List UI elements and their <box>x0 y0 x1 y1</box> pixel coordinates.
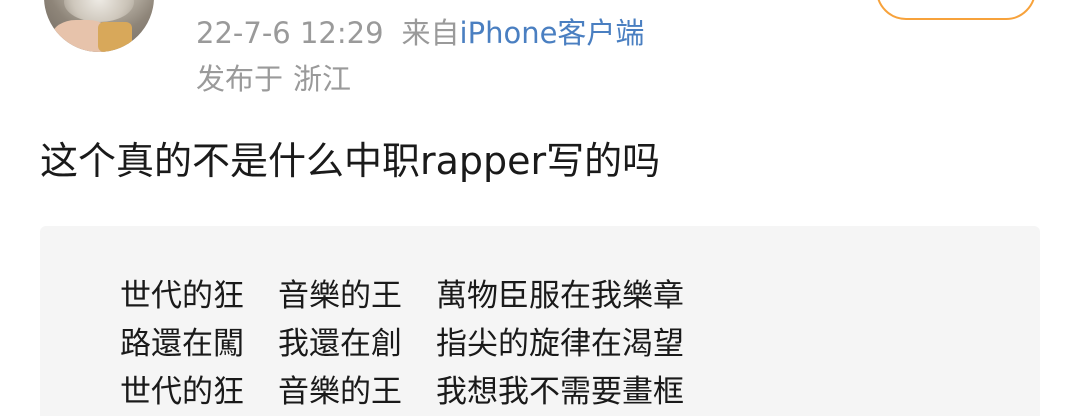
lyric-line: 世代的狂 音樂的王 萬物臣服在我樂章 <box>120 274 684 318</box>
avatar-cat-fur <box>64 0 134 22</box>
lyric-segment: 萬物臣服在我樂章 <box>436 278 684 314</box>
post-location: 发布于 浙江 <box>196 60 351 98</box>
client-link[interactable]: iPhone客户端 <box>460 16 645 50</box>
lyric-line: 路還在闖 我還在創 指尖的旋律在渴望 <box>120 322 684 366</box>
source-prefix: 来自 <box>401 16 460 50</box>
lyric-segment: 音樂的王 <box>278 278 402 314</box>
lyric-segment: 我還在創 <box>278 326 402 362</box>
post-body-text: 这个真的不是什么中职rapper写的吗 <box>40 139 661 183</box>
location-prefix: 发布于 <box>196 62 284 96</box>
post-timestamp: 22-7-6 12:29 <box>196 16 384 50</box>
user-avatar[interactable] <box>44 0 154 52</box>
lyric-segment: 音樂的王 <box>278 374 402 410</box>
lyric-segment: 我想我不需要畫框 <box>436 374 684 410</box>
lyric-segment: 路還在闖 <box>120 326 244 362</box>
lyric-line: 世代的狂 音樂的王 我想我不需要畫框 <box>120 370 684 414</box>
weibo-post: 22-7-6 12:29 来自iPhone客户端 发布于 浙江 这个真的不是什么中职… <box>0 0 1080 416</box>
lyric-segment: 世代的狂 <box>120 278 244 314</box>
lyric-segment: 指尖的旋律在渴望 <box>436 326 684 362</box>
lyric-segment: 世代的狂 <box>120 374 244 410</box>
post-meta: 22-7-6 12:29 来自iPhone客户端 <box>196 14 644 52</box>
follow-button[interactable] <box>876 0 1036 20</box>
quoted-lyrics-card: 世代的狂 音樂的王 萬物臣服在我樂章 路還在闖 我還在創 指尖的旋律在渴望 世代的狂 音樂… <box>40 226 1040 416</box>
avatar-cup <box>98 22 132 52</box>
location-place: 浙江 <box>293 62 352 96</box>
